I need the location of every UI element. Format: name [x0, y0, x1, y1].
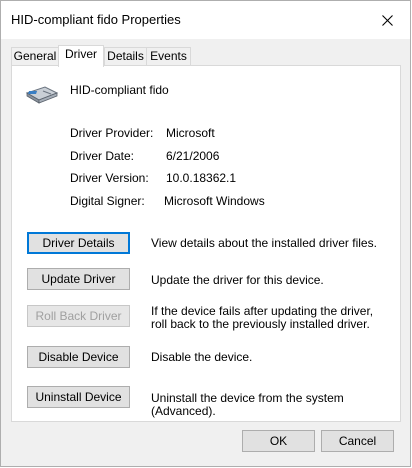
digital-signer-value: Microsoft Windows [164, 194, 265, 208]
roll-back-driver-button[interactable]: Roll Back Driver [27, 305, 130, 327]
disable-device-button[interactable]: Disable Device [27, 346, 130, 368]
tab-driver[interactable]: Driver [58, 45, 104, 67]
cancel-button[interactable]: Cancel [321, 430, 394, 452]
window-title: HID-compliant fido Properties [11, 12, 181, 27]
driver-date-value: 6/21/2006 [166, 149, 220, 163]
ok-button[interactable]: OK [242, 430, 315, 452]
roll-back-driver-description: If the device fails after updating the d… [151, 304, 374, 331]
uninstall-device-button[interactable]: Uninstall Device [27, 386, 130, 408]
driver-version-label: Driver Version: [70, 171, 149, 185]
driver-provider-label: Driver Provider: [70, 126, 154, 140]
device-name: HID-compliant fido [70, 83, 169, 97]
tab-general[interactable]: General [11, 47, 59, 66]
update-driver-description: Update the driver for this device. [151, 273, 324, 287]
driver-date-label: Driver Date: [70, 149, 135, 163]
driver-provider-value: Microsoft [166, 126, 215, 140]
digital-signer-label: Digital Signer: [70, 194, 145, 208]
update-driver-button[interactable]: Update Driver [27, 268, 130, 290]
close-button[interactable] [364, 1, 410, 39]
uninstall-device-description: Uninstall the device from the system (Ad… [151, 391, 344, 418]
driver-tab-panel: HID-compliant fido Driver Provider: Micr… [11, 65, 401, 422]
tab-details[interactable]: Details [104, 47, 147, 66]
properties-dialog: HID-compliant fido Properties General Dr… [0, 0, 411, 467]
driver-version-value: 10.0.18362.1 [166, 171, 237, 185]
close-icon [381, 14, 393, 26]
hid-device-icon [25, 86, 59, 104]
title-bar: HID-compliant fido Properties [1, 1, 410, 39]
tab-events[interactable]: Events [146, 47, 191, 66]
driver-details-button[interactable]: Driver Details [27, 232, 130, 254]
driver-details-description: View details about the installed driver … [151, 236, 377, 250]
disable-device-description: Disable the device. [151, 350, 253, 364]
